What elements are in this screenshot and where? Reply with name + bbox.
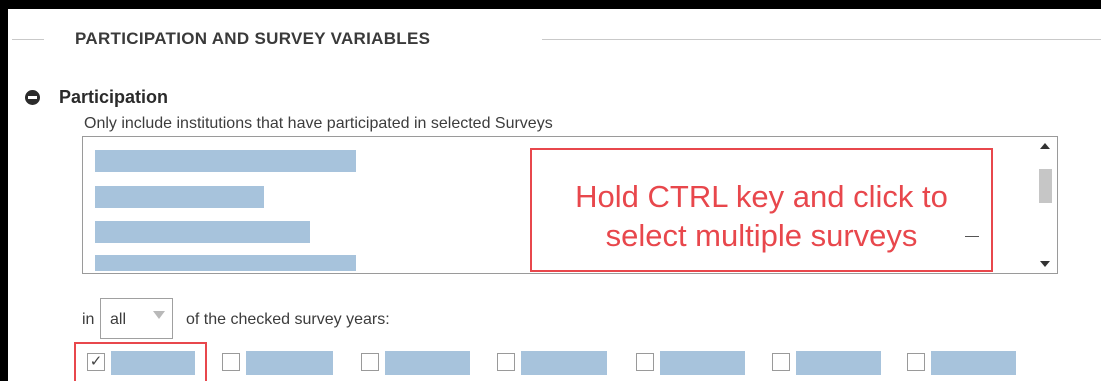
year-match-value: all	[110, 311, 127, 328]
year-checkbox[interactable]	[636, 353, 654, 371]
year-checkbox[interactable]	[497, 353, 515, 371]
year-checkbox[interactable]	[361, 353, 379, 371]
year-label	[931, 351, 1016, 375]
ctrl-click-annotation: Hold CTRL key and click to select multip…	[530, 148, 993, 272]
year-label	[796, 351, 881, 375]
annotation-line-1: Hold CTRL key and click to	[575, 179, 948, 214]
scroll-thumb[interactable]	[1039, 169, 1052, 203]
section-title: PARTICIPATION AND SURVEY VARIABLES	[75, 29, 431, 48]
year-checkbox[interactable]	[222, 353, 240, 371]
section-divider-right	[542, 39, 1101, 40]
survey-option[interactable]	[95, 186, 264, 208]
annotation-dash	[965, 236, 979, 237]
chevron-down-icon	[153, 311, 165, 319]
year-match-select[interactable]: all	[100, 298, 173, 339]
year-label	[660, 351, 745, 375]
survey-option[interactable]	[95, 255, 356, 271]
year-checkbox[interactable]	[907, 353, 925, 371]
filter-prefix-label: in	[82, 311, 95, 328]
annotation-line-2: select multiple surveys	[605, 218, 918, 253]
checked-year-highlight	[74, 342, 207, 381]
year-checkbox[interactable]	[772, 353, 790, 371]
section-divider-left	[12, 39, 44, 40]
year-label	[385, 351, 470, 375]
year-label	[246, 351, 333, 375]
year-label	[521, 351, 607, 375]
collapse-icon[interactable]	[25, 90, 40, 105]
participation-title[interactable]: Participation	[59, 87, 168, 108]
survey-option[interactable]	[95, 221, 310, 243]
survey-option[interactable]	[95, 150, 356, 172]
participation-description: Only include institutions that have part…	[84, 115, 553, 132]
scroll-up-icon[interactable]	[1040, 143, 1050, 149]
filter-suffix-label: of the checked survey years:	[186, 311, 390, 328]
listbox-scrollbar[interactable]	[1034, 137, 1057, 273]
scroll-down-icon[interactable]	[1040, 261, 1050, 267]
survey-filter-panel: PARTICIPATION AND SURVEY VARIABLES Parti…	[8, 9, 1101, 381]
